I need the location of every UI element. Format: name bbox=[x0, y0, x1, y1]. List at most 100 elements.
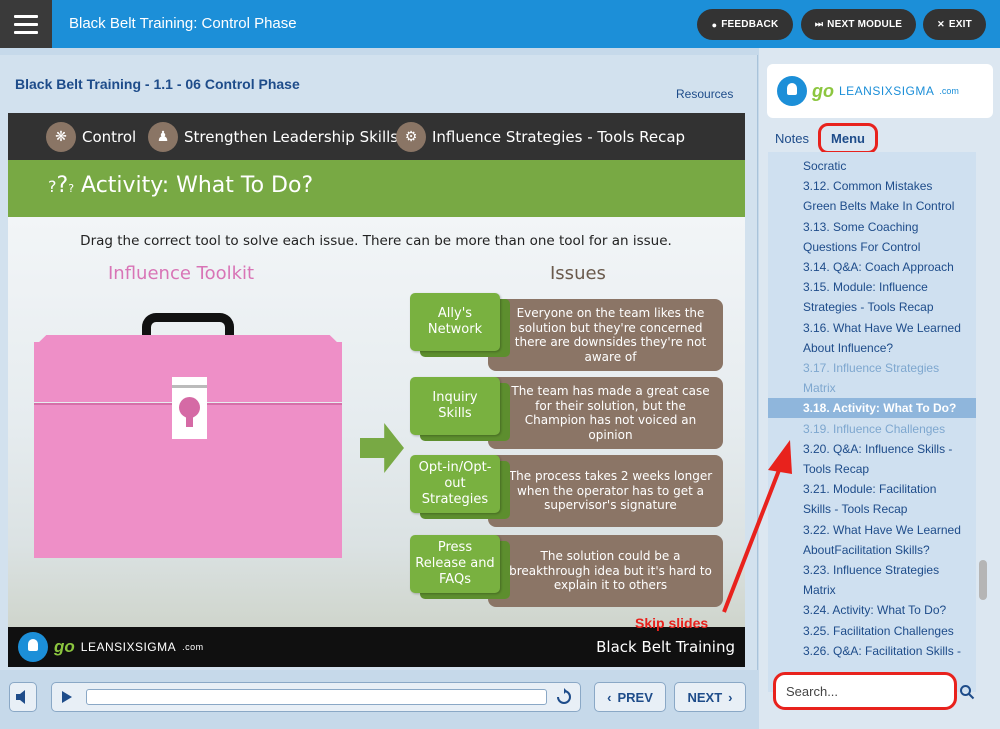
ship-wheel-icon: ❋ bbox=[46, 122, 76, 152]
logo-text: LEANSIXSIGMA bbox=[80, 640, 177, 654]
tab-menu[interactable]: Menu bbox=[818, 123, 878, 154]
menu-item[interactable]: 3.22. What Have We Learned bbox=[768, 520, 976, 540]
influence-icon: ⚙ bbox=[396, 122, 426, 152]
menu-item[interactable]: AboutFacilitation Skills? bbox=[768, 540, 976, 560]
menu-item[interactable]: 3.23. Influence Strategies bbox=[768, 560, 976, 580]
tool-chip-press-release[interactable]: Press Release and FAQs bbox=[410, 535, 500, 593]
menu-item[interactable]: 3.26. Q&A: Facilitation Skills - bbox=[768, 641, 976, 661]
slide-menu-list[interactable]: Socratic 3.12. Common Mistakes Green Belts… bbox=[768, 152, 976, 692]
search-input[interactable] bbox=[786, 683, 946, 699]
menu-item[interactable]: 3.21. Module: Facilitation bbox=[768, 479, 976, 499]
menu-item[interactable]: 3.18. Activity: What To Do? bbox=[768, 398, 976, 419]
activity-title: ??? Activity: What To Do? bbox=[48, 173, 313, 198]
next-button[interactable]: NEXT › bbox=[674, 682, 746, 712]
menu-item[interactable]: 3.15. Module: Influence bbox=[768, 277, 976, 297]
issue-card: The team has made a great case for their… bbox=[488, 377, 723, 449]
menu-item[interactable]: Socratic bbox=[768, 156, 976, 176]
menu-item[interactable]: Green Belts Make In Control bbox=[768, 196, 976, 216]
question-mark-small: ? bbox=[68, 182, 75, 195]
menu-item[interactable]: 3.13. Some Coaching bbox=[768, 217, 976, 237]
people-icon: ♟ bbox=[148, 122, 178, 152]
issue-card: The process takes 2 weeks longer when th… bbox=[488, 455, 723, 527]
replay-button[interactable] bbox=[553, 686, 575, 708]
issue-card: Everyone on the team likes the solution … bbox=[488, 299, 723, 371]
player-controls: ‹ PREV NEXT › bbox=[0, 670, 758, 729]
slide: ❋ Control ♟ Strengthen Leadership Skills… bbox=[8, 113, 745, 667]
speech-bubble-icon: ● bbox=[711, 19, 718, 30]
prev-label: PREV bbox=[617, 689, 653, 705]
feedback-button[interactable]: ● FEEDBACK bbox=[697, 9, 793, 40]
menu-item[interactable]: 3.25. Facilitation Challenges bbox=[768, 621, 976, 641]
speaker-icon bbox=[16, 690, 25, 704]
breadcrumb-label: Control bbox=[82, 128, 137, 146]
play-button[interactable] bbox=[53, 684, 81, 710]
issues-heading: Issues bbox=[550, 263, 606, 284]
hamburger-menu-icon[interactable] bbox=[0, 0, 52, 48]
goleansixsigma-logo-card: go LEANSIXSIGMA .com bbox=[767, 64, 993, 118]
progress-bar[interactable] bbox=[86, 689, 547, 705]
next-module-label: NEXT MODULE bbox=[827, 19, 903, 30]
scroll-thumb[interactable] bbox=[979, 560, 987, 600]
menu-item[interactable]: Matrix bbox=[768, 378, 976, 398]
breadcrumb-influence: ⚙ Influence Strategies - Tools Recap bbox=[396, 122, 685, 152]
replay-icon bbox=[557, 688, 571, 704]
menu-item[interactable]: 3.16. What Have We Learned bbox=[768, 318, 976, 338]
menu-item[interactable]: Matrix bbox=[768, 580, 976, 600]
instruction-text: Drag the correct tool to solve each issu… bbox=[80, 233, 672, 249]
menu-item[interactable]: About Influence? bbox=[768, 338, 976, 358]
menu-item[interactable]: Skills - Tools Recap bbox=[768, 499, 976, 519]
chevron-right-icon: › bbox=[728, 689, 733, 705]
activity-icon-glyph: ? bbox=[56, 173, 69, 198]
tool-chip-opt-in-opt-out[interactable]: Opt-in/Opt-out Strategies bbox=[410, 455, 500, 513]
next-label: NEXT bbox=[687, 689, 723, 705]
tab-notes[interactable]: Notes bbox=[775, 131, 809, 146]
next-module-button[interactable]: ⏭ NEXT MODULE bbox=[801, 9, 916, 40]
logo-go: go bbox=[54, 637, 75, 656]
goleansixsigma-logo: go LEANSIXSIGMA .com bbox=[18, 632, 204, 662]
prev-button[interactable]: ‹ PREV bbox=[594, 682, 666, 712]
activity-title-text: Activity: What To Do? bbox=[81, 173, 314, 198]
resources-link[interactable]: Resources bbox=[676, 87, 733, 101]
footer-course-name: Black Belt Training bbox=[596, 638, 735, 656]
slide-footer: go LEANSIXSIGMA .com Black Belt Training bbox=[8, 627, 745, 667]
tool-chip-inquiry-skills[interactable]: Inquiry Skills bbox=[410, 377, 500, 435]
lightbulb-icon bbox=[18, 632, 48, 662]
sidebar: go LEANSIXSIGMA .com Notes Menu Socratic 3.… bbox=[759, 48, 1000, 729]
toolkit-heading: Influence Toolkit bbox=[108, 263, 255, 284]
menu-scrollbar[interactable] bbox=[978, 152, 988, 692]
exit-label: EXIT bbox=[948, 19, 972, 30]
logo-text: LEANSIXSIGMA bbox=[839, 84, 935, 98]
tool-chip-allys-network[interactable]: Ally's Network bbox=[410, 293, 500, 351]
exit-button[interactable]: ✕ EXIT bbox=[923, 9, 986, 40]
menu-item[interactable]: Strategies - Tools Recap bbox=[768, 297, 976, 317]
feedback-label: FEEDBACK bbox=[721, 19, 779, 30]
breadcrumb-control: ❋ Control bbox=[46, 122, 136, 152]
breadcrumb-leadership: ♟ Strengthen Leadership Skills bbox=[148, 122, 398, 152]
search-box bbox=[773, 672, 957, 710]
issue-card: The solution could be a breakthrough ide… bbox=[488, 535, 723, 607]
volume-button[interactable] bbox=[9, 682, 37, 712]
play-icon bbox=[62, 691, 72, 703]
top-bar: Black Belt Training: Control Phase ● FEE… bbox=[0, 0, 1000, 48]
toolbox-latch-icon bbox=[172, 377, 207, 439]
menu-item[interactable]: Tools Recap bbox=[768, 459, 976, 479]
menu-item[interactable]: 3.17. Influence Strategies bbox=[768, 358, 976, 378]
breadcrumb-label: Influence Strategies - Tools Recap bbox=[432, 128, 686, 146]
menu-item[interactable]: 3.19. Influence Challenges bbox=[768, 419, 976, 439]
breadcrumb-label: Strengthen Leadership Skills bbox=[184, 128, 399, 146]
menu-item[interactable]: 3.12. Common Mistakes bbox=[768, 176, 976, 196]
close-icon: ✕ bbox=[937, 19, 945, 29]
skip-forward-icon: ⏭ bbox=[814, 19, 824, 29]
slide-breadcrumb-bar: ❋ Control ♟ Strengthen Leadership Skills… bbox=[8, 113, 745, 160]
menu-item[interactable]: Questions For Control bbox=[768, 237, 976, 257]
menu-item[interactable]: 3.24. Activity: What To Do? bbox=[768, 600, 976, 620]
question-marks-icon: ? bbox=[48, 177, 57, 196]
logo-com: .com bbox=[182, 642, 204, 652]
annotation-label: Skip slides bbox=[635, 615, 709, 631]
lightbulb-icon bbox=[777, 76, 807, 106]
menu-item[interactable]: 3.20. Q&A: Influence Skills - bbox=[768, 439, 976, 459]
search-icon[interactable] bbox=[959, 684, 975, 700]
chevron-left-icon: ‹ bbox=[607, 689, 612, 705]
menu-item[interactable]: 3.14. Q&A: Coach Approach bbox=[768, 257, 976, 277]
logo-go: go bbox=[812, 80, 834, 101]
